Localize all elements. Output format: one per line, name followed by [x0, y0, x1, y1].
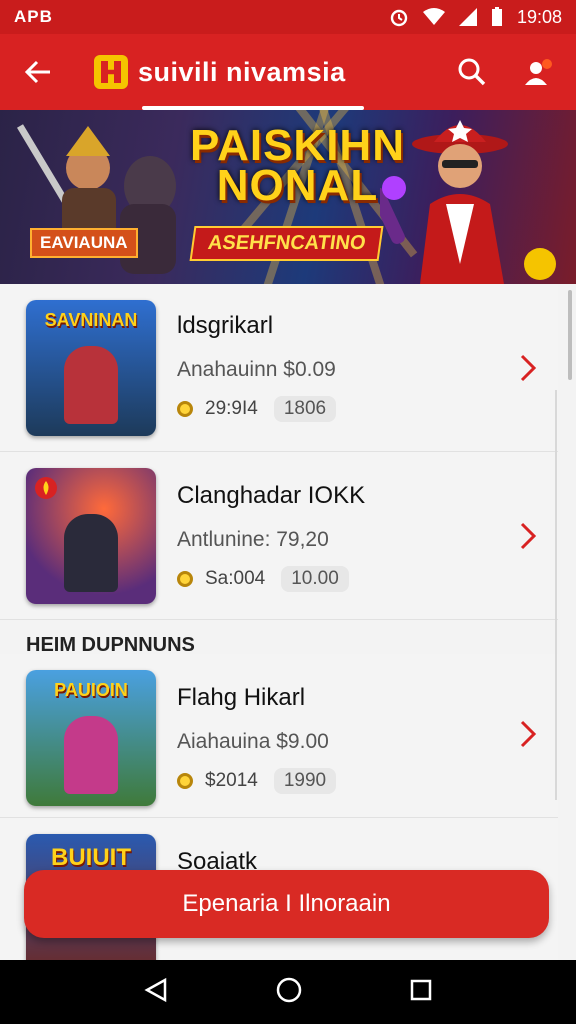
list-item[interactable]: Clanghadar IOKK Antlunine: 79,20 Sa:004 1… — [0, 452, 558, 620]
banner-title: PAISKIHN NONAL — [190, 121, 405, 210]
primary-cta-button[interactable]: Epenaria I Ilnoraain — [24, 870, 549, 938]
open-item-button[interactable] — [516, 714, 540, 754]
app-logo-icon — [94, 55, 128, 89]
search-button[interactable] — [452, 52, 492, 92]
wifi-icon — [422, 8, 445, 25]
thumbnail-title: SAVNINAN — [44, 310, 138, 330]
square-recents-icon — [410, 979, 432, 1000]
coin-icon — [177, 773, 193, 789]
circle-home-icon — [276, 977, 302, 1002]
list-item[interactable]: PAUIOIN Flahg Hikarl Aiahauina $9.00 $20… — [0, 654, 558, 818]
app-title: suivili nivamsia — [138, 56, 346, 87]
open-item-button[interactable] — [516, 516, 540, 556]
carrier-label: APB — [14, 7, 53, 26]
nav-recents-button[interactable] — [409, 978, 433, 1007]
clock: 19:08 — [516, 6, 562, 27]
scrollbar-thumb[interactable] — [568, 290, 572, 380]
game-count-badge: 1990 — [273, 768, 337, 794]
triangle-back-icon — [144, 977, 167, 1002]
nav-back-button[interactable] — [143, 977, 169, 1008]
game-price: Aiahauina $9.00 — [177, 730, 329, 753]
scroll-track — [555, 390, 557, 800]
game-price: Antlunine: 79,20 — [177, 528, 329, 551]
coin-icon — [177, 571, 193, 587]
system-nav-bar — [0, 960, 576, 1024]
section-heading: HEIM DUPNNUNS — [26, 634, 195, 656]
coin-icon — [177, 401, 193, 417]
search-icon — [458, 58, 486, 86]
game-price: Anahauinn $0.09 — [177, 358, 336, 381]
list-item[interactable]: SAVNINAN ldsgrikarl Anahauinn $0.09 29:9… — [0, 284, 558, 452]
game-thumbnail — [26, 468, 156, 604]
game-count-badge: 10.00 — [281, 566, 349, 592]
thumbnail-title: BUIUIT — [51, 844, 131, 871]
game-name: ldsgrikarl — [177, 312, 274, 339]
app-bar: suivili nivamsia — [0, 34, 576, 110]
game-thumbnail: PAUIOIN — [26, 670, 156, 806]
game-rating: $2014 — [205, 770, 258, 791]
game-thumbnail: SAVNINAN — [26, 300, 156, 436]
thumbnail-title: PAUIOIN — [54, 680, 128, 700]
banner-title-line2: NONAL — [216, 161, 379, 210]
banner-title-line1: PAISKIHN — [190, 121, 405, 170]
banner-side-label: EAVIAUNA — [30, 228, 138, 258]
hero-illustration — [380, 120, 556, 284]
open-item-button[interactable] — [516, 348, 540, 388]
nav-home-button[interactable] — [275, 976, 303, 1009]
back-button[interactable] — [18, 52, 58, 92]
alarm-icon — [390, 9, 408, 27]
chevron-right-icon — [520, 522, 537, 550]
game-name: Flahg Hikarl — [177, 684, 306, 711]
profile-button[interactable] — [518, 52, 558, 92]
game-rating: 29:9I4 — [205, 398, 258, 419]
banner-subtitle: ASEHFNCATINO — [189, 226, 384, 261]
game-name: Clanghadar IOKK — [177, 482, 366, 509]
promo-banner[interactable]: EAVIAUNA PAISKIHN NONAL ASEHFNCATINO — [0, 110, 576, 284]
fire-badge-icon — [35, 477, 57, 499]
signal-icon — [458, 8, 477, 26]
game-count-badge: 1806 — [273, 396, 337, 422]
profile-icon — [525, 59, 552, 85]
status-bar: APB 19:08 — [0, 0, 576, 34]
chevron-right-icon — [520, 354, 537, 382]
game-rating: Sa:004 — [205, 568, 266, 589]
back-arrow-icon — [24, 60, 50, 84]
chevron-right-icon — [520, 720, 537, 748]
battery-icon — [491, 7, 502, 26]
